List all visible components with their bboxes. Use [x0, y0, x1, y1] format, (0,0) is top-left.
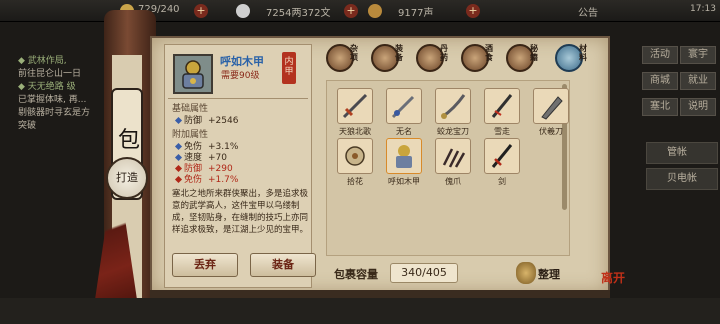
sword-icon — [491, 144, 513, 168]
leave-seal-button[interactable]: 离开 — [596, 270, 630, 304]
forge-button[interactable]: 打造 — [106, 157, 148, 199]
silver-icon — [236, 4, 250, 18]
add-silver-button[interactable]: + — [344, 4, 358, 18]
ledger-button[interactable]: 管帐 — [646, 142, 718, 164]
sort-button[interactable]: 整理 — [538, 266, 560, 282]
category-label: 秘籍 — [530, 44, 538, 62]
broadsword-icon — [541, 96, 563, 120]
armor-item-icon — [173, 54, 213, 94]
blade-icon — [391, 95, 415, 119]
bag-tab-label: 包 — [118, 128, 141, 153]
quest-line: ◆ 天无绝路 级 — [18, 82, 76, 92]
category-label: 丹药 — [440, 44, 448, 62]
world-button[interactable]: 寰宇 — [680, 46, 716, 64]
inventory-item-name: 伏羲刀 — [539, 127, 563, 136]
inventory-item-name: 呼如木甲 — [388, 177, 420, 186]
item-requirement: 需要90级 — [221, 71, 260, 81]
saber-icon — [441, 94, 466, 119]
flower-icon — [345, 146, 365, 166]
event-button[interactable]: 活动 — [642, 46, 678, 64]
inventory-item-name: 无名 — [396, 127, 412, 136]
category-label: 材料 — [579, 44, 587, 62]
stat-bullet-icon — [174, 116, 183, 125]
clock-text: 17:13 — [690, 4, 716, 14]
katana-icon — [491, 94, 513, 118]
stat-bullet-icon — [174, 153, 183, 162]
shop-button[interactable]: 商城 — [642, 72, 678, 90]
add-counter-button[interactable]: + — [194, 4, 208, 18]
quest-tracker[interactable]: ◆ 武林作局, 前往昆仑山一日 ◆ 天无绝路 级 已掌握体味, 再... 剔骸器… — [18, 55, 110, 145]
help-button[interactable]: 说明 — [680, 98, 716, 116]
category-label: 酒食 — [485, 44, 493, 62]
shell-ledger-button[interactable]: 贝电帐 — [646, 168, 718, 190]
inventory-item-name: 剑 — [498, 177, 506, 186]
sort-bag-icon[interactable] — [516, 262, 536, 284]
inventory-item-name: 蛟龙宝刀 — [437, 127, 469, 136]
job-button[interactable]: 就业 — [680, 72, 716, 90]
add-reputation-button[interactable]: + — [466, 4, 480, 18]
inventory-slot-selected[interactable] — [386, 138, 422, 174]
inventory-item-name: 傀爪 — [445, 177, 461, 186]
divider — [168, 98, 308, 99]
silver-text: 7254两372文 — [266, 8, 331, 19]
inventory-item-name: 拾花 — [347, 177, 363, 186]
stat-bullet-icon — [174, 164, 183, 173]
armor-icon — [396, 145, 412, 168]
base-stat-row: 防御 +2546 — [174, 113, 238, 126]
item-name: 呼如木甲 — [220, 55, 264, 68]
item-description: 塞北之地所来群侠聚出，多是追求极意的武学高人，这件宝甲以乌缕制成，坚韧贴身，在缝… — [172, 189, 309, 235]
quest-line: 前往昆仑山一日 — [18, 69, 82, 79]
category-label: 装备 — [395, 44, 403, 62]
inventory-slot[interactable] — [484, 88, 520, 124]
inventory-slot[interactable] — [337, 88, 373, 124]
sword-icon — [342, 93, 368, 119]
capacity-label: 包裹容量 — [334, 268, 378, 281]
quest-line: 突破 — [18, 121, 37, 131]
quest-line: 剔骸器时寻玄是方 — [18, 108, 91, 118]
item-type-seal: 内甲 — [282, 52, 296, 84]
inventory-slot[interactable] — [337, 138, 373, 174]
inventory-slot[interactable] — [484, 138, 520, 174]
quest-line: ◆ 武林作局, — [18, 56, 67, 66]
inventory-slot[interactable] — [386, 88, 422, 124]
capacity-value: 340/405 — [390, 263, 458, 283]
inventory-slot[interactable] — [435, 88, 471, 124]
stat-bullet-icon — [174, 175, 183, 184]
equip-button[interactable]: 装备 — [250, 253, 316, 277]
stat-bullet-icon — [174, 142, 183, 151]
claw-icon — [442, 148, 466, 168]
inventory-item-name: 雪走 — [494, 127, 510, 136]
discard-button[interactable]: 丢弃 — [172, 253, 238, 277]
inventory-item-name: 天狼北歌 — [339, 127, 371, 136]
reputation-icon — [368, 4, 382, 18]
inventory-slot[interactable] — [435, 138, 471, 174]
category-label: 杂项 — [350, 44, 358, 62]
notice-button[interactable]: 公告 — [578, 4, 598, 19]
extra-stat-row: 免伤 +1.7% — [174, 172, 238, 185]
reputation-text: 9177声 — [398, 8, 434, 19]
inventory-slot[interactable] — [533, 88, 569, 124]
region-button[interactable]: 塞北 — [642, 98, 678, 116]
quest-line: 已掌握体味, 再... — [18, 95, 87, 105]
panel-bottom-edge — [150, 290, 610, 298]
